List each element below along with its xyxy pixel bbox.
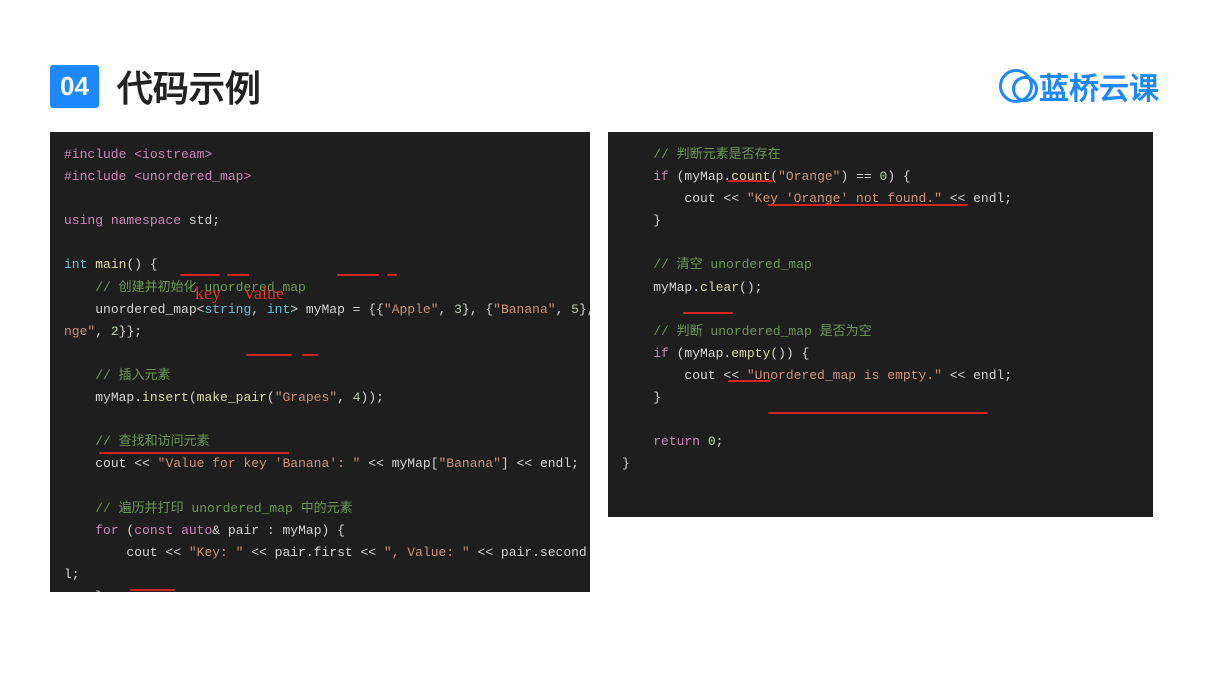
function-name: clear xyxy=(700,280,739,295)
code-text: cout << xyxy=(684,191,746,206)
include-header: <unordered_map> xyxy=(134,169,251,184)
brand-text: 蓝桥云课 xyxy=(1039,64,1159,108)
code-text: myMap. xyxy=(653,280,700,295)
number-literal: 2 xyxy=(111,324,119,339)
comment: // 插入元素 xyxy=(95,368,170,383)
code-text: (myMap. xyxy=(669,346,731,361)
brand-icon xyxy=(999,69,1033,103)
code-text: << endl; xyxy=(942,368,1012,383)
code-text: (myMap. xyxy=(669,169,731,184)
code-text: myMap. xyxy=(95,390,142,405)
string-literal: "Orange" xyxy=(778,169,840,184)
code-text: << pair.second << end xyxy=(470,545,590,560)
function-name: main xyxy=(95,257,126,272)
keyword: auto xyxy=(181,523,212,538)
keyword: const xyxy=(134,523,173,538)
comment: // 清空 unordered_map xyxy=(653,257,812,272)
code-block-left: #include <iostream> #include <unordered_… xyxy=(50,132,590,592)
include-header: <iostream> xyxy=(134,147,212,162)
chapter-badge: 04 xyxy=(50,65,99,108)
type: int xyxy=(64,257,87,272)
code-text: pair : myMap) { xyxy=(220,523,345,538)
identifier: std; xyxy=(189,213,220,228)
string-literal: ", Value: " xyxy=(384,545,470,560)
string-literal: nge" xyxy=(64,324,95,339)
red-underline xyxy=(337,274,379,276)
red-underline xyxy=(227,274,249,276)
include-keyword: #include xyxy=(64,147,126,162)
red-underline xyxy=(768,412,988,414)
content-area: #include <iostream> #include <unordered_… xyxy=(0,132,1209,592)
include-keyword: #include xyxy=(64,169,126,184)
comment: // 判断元素是否存在 xyxy=(653,147,780,162)
code-text: unordered_map< xyxy=(95,302,204,317)
keyword: for xyxy=(95,523,118,538)
red-underline xyxy=(99,452,289,454)
code-text: << endl; xyxy=(509,456,579,471)
number-literal: 0 xyxy=(708,434,716,449)
code-text: << pair.first << xyxy=(243,545,383,560)
code-text: cout << xyxy=(95,456,157,471)
slide-title: 代码示例 xyxy=(117,60,261,112)
string-literal: "Key: " xyxy=(189,545,244,560)
string-literal: "Unordered_map is empty." xyxy=(747,368,942,383)
red-underline xyxy=(683,312,733,314)
red-underline xyxy=(302,354,318,356)
comment: // 判断 unordered_map 是否为空 xyxy=(653,324,871,339)
number-literal: 4 xyxy=(353,390,361,405)
brand-logo: 蓝桥云课 xyxy=(999,64,1159,108)
red-underline xyxy=(728,180,773,182)
string-literal: "Grapes" xyxy=(275,390,337,405)
comment: // 遍历并打印 unordered_map 中的元素 xyxy=(95,501,352,516)
keyword: if xyxy=(653,169,669,184)
red-underline xyxy=(768,204,968,206)
code-text: > myMap = {{ xyxy=(290,302,384,317)
code-text: cout << xyxy=(126,545,188,560)
number-literal: 5 xyxy=(571,302,579,317)
red-underline xyxy=(387,274,397,276)
type: int xyxy=(267,302,290,317)
red-underline xyxy=(180,274,220,276)
string-literal: "Banana" xyxy=(439,456,501,471)
string-literal: "Banana" xyxy=(493,302,555,317)
red-underline xyxy=(246,354,292,356)
header-left: 04 代码示例 xyxy=(50,60,261,112)
code-text: l; xyxy=(64,567,80,582)
code-text: , xyxy=(251,302,267,317)
function-name: empty xyxy=(731,346,770,361)
keyword: using xyxy=(64,213,103,228)
keyword: if xyxy=(653,346,669,361)
red-underline xyxy=(728,380,770,382)
red-underline xyxy=(130,589,175,591)
number-literal: 0 xyxy=(880,169,888,184)
type: string xyxy=(204,302,251,317)
function-name: make_pair xyxy=(197,390,267,405)
keyword: return xyxy=(653,434,700,449)
number-literal: 3 xyxy=(454,302,462,317)
function-name: insert xyxy=(142,390,189,405)
keyword: namespace xyxy=(111,213,181,228)
comment: // 创建并初始化 unordered_map xyxy=(95,280,306,295)
comment: // 查找和访问元素 xyxy=(95,434,209,449)
string-literal: "Apple" xyxy=(384,302,439,317)
slide-header: 04 代码示例 蓝桥云课 xyxy=(0,0,1209,132)
string-literal: "Value for key 'Banana': " xyxy=(158,456,361,471)
code-block-right: // 判断元素是否存在 if (myMap.count("Orange") ==… xyxy=(608,132,1153,517)
